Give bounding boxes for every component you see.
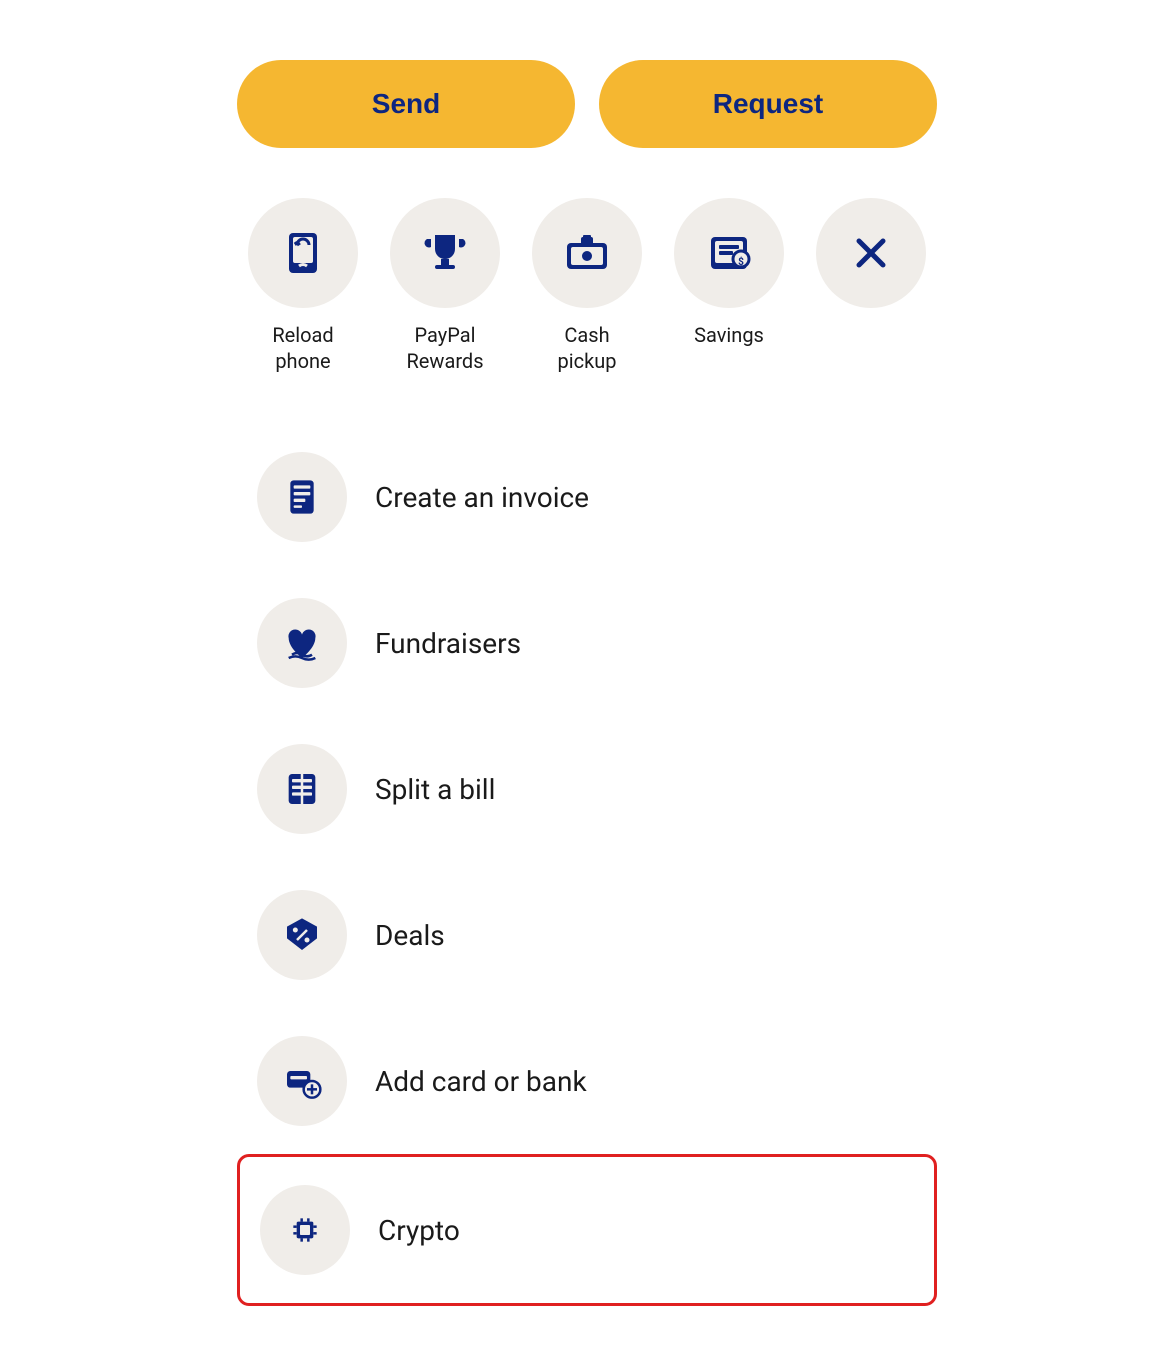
split-bill-icon-circle: [257, 744, 347, 834]
crypto-icon: [285, 1210, 325, 1250]
close-label: [869, 322, 874, 348]
crypto-icon-circle: [260, 1185, 350, 1275]
fundraisers-label: Fundraisers: [375, 627, 521, 660]
create-invoice-label: Create an invoice: [375, 481, 589, 514]
cash-pickup-icon-circle: [532, 198, 642, 308]
quick-action-savings[interactable]: $ Savings: [663, 198, 795, 348]
deals-icon-circle: [257, 890, 347, 980]
fundraisers-icon-circle: [257, 598, 347, 688]
reload-phone-label: Reloadphone: [272, 322, 333, 374]
trophy-icon: [421, 229, 469, 277]
quick-actions-grid: Reloadphone PayPalRewards: [237, 198, 937, 374]
list-item-crypto[interactable]: Crypto: [237, 1154, 937, 1306]
add-card-bank-label: Add card or bank: [375, 1065, 587, 1098]
invoice-icon-circle: [257, 452, 347, 542]
savings-label: Savings: [694, 322, 764, 348]
crypto-label: Crypto: [378, 1214, 460, 1247]
quick-action-close[interactable]: [805, 198, 937, 348]
list-item-fundraisers[interactable]: Fundraisers: [237, 570, 937, 716]
split-bill-label: Split a bill: [375, 773, 495, 806]
deals-label: Deals: [375, 919, 445, 952]
invoice-icon: [282, 477, 322, 517]
fundraisers-icon: [282, 623, 322, 663]
close-icon-circle: [816, 198, 926, 308]
reload-phone-icon-circle: [248, 198, 358, 308]
list-item-split-bill[interactable]: Split a bill: [237, 716, 937, 862]
main-container: Send Request Reloadphone: [237, 60, 937, 1306]
savings-icon: $: [705, 229, 753, 277]
quick-action-cash-pickup[interactable]: Cashpickup: [521, 198, 653, 374]
add-card-icon-circle: [257, 1036, 347, 1126]
close-icon: [847, 229, 895, 277]
request-button[interactable]: Request: [599, 60, 937, 148]
list-item-create-invoice[interactable]: Create an invoice: [237, 424, 937, 570]
cash-pickup-icon: [563, 229, 611, 277]
list-section: Create an invoice Fundraisers: [237, 424, 937, 1306]
list-item-add-card-bank[interactable]: Add card or bank: [237, 1008, 937, 1154]
send-button[interactable]: Send: [237, 60, 575, 148]
deals-icon: [282, 915, 322, 955]
quick-action-reload-phone[interactable]: Reloadphone: [237, 198, 369, 374]
savings-icon-circle: $: [674, 198, 784, 308]
list-item-deals[interactable]: Deals: [237, 862, 937, 1008]
paypal-rewards-label: PayPalRewards: [406, 322, 483, 374]
cash-pickup-label: Cashpickup: [558, 322, 617, 374]
split-bill-icon: [282, 769, 322, 809]
svg-text:$: $: [738, 255, 744, 268]
add-card-icon: [282, 1061, 322, 1101]
top-buttons-row: Send Request: [237, 60, 937, 148]
paypal-rewards-icon-circle: [390, 198, 500, 308]
quick-action-paypal-rewards[interactable]: PayPalRewards: [379, 198, 511, 374]
reload-phone-icon: [279, 229, 327, 277]
